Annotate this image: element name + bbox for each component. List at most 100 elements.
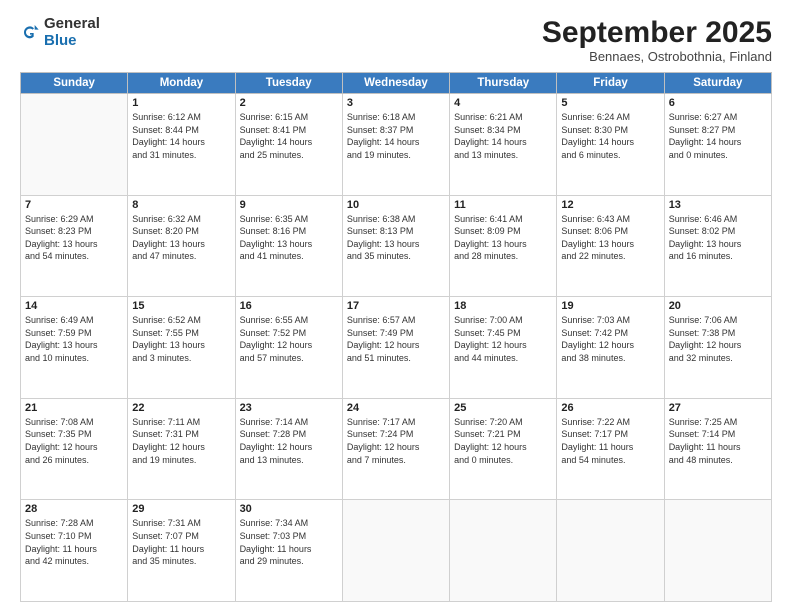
calendar-cell: 15 Sunrise: 6:52 AM Sunset: 7:55 PM Dayli… [128, 297, 235, 399]
day-info: Sunrise: 7:22 AM Sunset: 7:17 PM Dayligh… [561, 416, 659, 466]
calendar-cell [450, 500, 557, 602]
calendar-cell: 29Sunrise: 7:31 AM Sunset: 7:07 PM Dayli… [128, 500, 235, 602]
day-number: 20 [669, 300, 767, 312]
day-info: Sunrise: 6:57 AM Sunset: 7:49 PM Dayligh… [347, 314, 445, 364]
day-info: Sunrise: 7:28 AM Sunset: 7:10 PM Dayligh… [25, 517, 123, 567]
day-info: Sunrise: 6:35 AM Sunset: 8:16 PM Dayligh… [240, 213, 338, 263]
calendar-week-4: 21 Sunrise: 7:08 AM Sunset: 7:35 PM Dayli… [21, 398, 772, 500]
day-info: Sunrise: 7:06 AM Sunset: 7:38 PM Dayligh… [669, 314, 767, 364]
calendar-week-3: 14 Sunrise: 6:49 AM Sunset: 7:59 PM Dayli… [21, 297, 772, 399]
calendar-week-2: 7 Sunrise: 6:29 AM Sunset: 8:23 PM Daylig… [21, 195, 772, 297]
day-info: Sunrise: 6:52 AM Sunset: 7:55 PM Dayligh… [132, 314, 230, 364]
day-number: 17 [347, 300, 445, 312]
day-number: 5 [561, 97, 659, 109]
day-info: Sunrise: 6:29 AM Sunset: 8:23 PM Dayligh… [25, 213, 123, 263]
logo-text: General Blue [44, 16, 100, 49]
calendar-cell [342, 500, 449, 602]
day-info: Sunrise: 7:34 AM Sunset: 7:03 PM Dayligh… [240, 517, 338, 567]
day-number: 18 [454, 300, 552, 312]
header-tuesday: Tuesday [235, 73, 342, 94]
calendar-cell: 27 Sunrise: 7:25 AM Sunset: 7:14 PM Dayli… [664, 398, 771, 500]
day-number: 12 [561, 199, 659, 211]
day-info: Sunrise: 7:03 AM Sunset: 7:42 PM Dayligh… [561, 314, 659, 364]
day-number: 3 [347, 97, 445, 109]
header-friday: Friday [557, 73, 664, 94]
header: General Blue September 2025 Bennaes, Ost… [20, 16, 772, 64]
day-number: 30 [240, 503, 338, 515]
day-number: 14 [25, 300, 123, 312]
header-thursday: Thursday [450, 73, 557, 94]
day-info: Sunrise: 6:49 AM Sunset: 7:59 PM Dayligh… [25, 314, 123, 364]
calendar-cell: 12 Sunrise: 6:43 AM Sunset: 8:06 PM Dayli… [557, 195, 664, 297]
day-info: Sunrise: 7:20 AM Sunset: 7:21 PM Dayligh… [454, 416, 552, 466]
day-info: Sunrise: 7:08 AM Sunset: 7:35 PM Dayligh… [25, 416, 123, 466]
day-info: Sunrise: 7:00 AM Sunset: 7:45 PM Dayligh… [454, 314, 552, 364]
calendar-cell: 9 Sunrise: 6:35 AM Sunset: 8:16 PM Daylig… [235, 195, 342, 297]
day-number: 23 [240, 402, 338, 414]
header-wednesday: Wednesday [342, 73, 449, 94]
calendar-cell: 13 Sunrise: 6:46 AM Sunset: 8:02 PM Dayli… [664, 195, 771, 297]
calendar-cell: 17 Sunrise: 6:57 AM Sunset: 7:49 PM Dayli… [342, 297, 449, 399]
day-info: Sunrise: 6:46 AM Sunset: 8:02 PM Dayligh… [669, 213, 767, 263]
calendar-cell: 26 Sunrise: 7:22 AM Sunset: 7:17 PM Dayli… [557, 398, 664, 500]
calendar-cell: 3 Sunrise: 6:18 AM Sunset: 8:37 PM Daylig… [342, 94, 449, 196]
day-info: Sunrise: 7:25 AM Sunset: 7:14 PM Dayligh… [669, 416, 767, 466]
day-number: 27 [669, 402, 767, 414]
day-info: Sunrise: 6:43 AM Sunset: 8:06 PM Dayligh… [561, 213, 659, 263]
title-block: September 2025 Bennaes, Ostrobothnia, Fi… [542, 16, 772, 64]
day-number: 2 [240, 97, 338, 109]
weekday-header-row: Sunday Monday Tuesday Wednesday Thursday… [21, 73, 772, 94]
day-number: 10 [347, 199, 445, 211]
day-number: 4 [454, 97, 552, 109]
calendar-table: Sunday Monday Tuesday Wednesday Thursday… [20, 72, 772, 602]
day-info: Sunrise: 7:17 AM Sunset: 7:24 PM Dayligh… [347, 416, 445, 466]
day-info: Sunrise: 6:41 AM Sunset: 8:09 PM Dayligh… [454, 213, 552, 263]
logo-blue: Blue [44, 33, 100, 50]
day-info: Sunrise: 6:15 AM Sunset: 8:41 PM Dayligh… [240, 111, 338, 161]
calendar-cell: 25Sunrise: 7:20 AM Sunset: 7:21 PM Dayli… [450, 398, 557, 500]
day-number: 7 [25, 199, 123, 211]
calendar-cell: 6Sunrise: 6:27 AM Sunset: 8:27 PM Daylig… [664, 94, 771, 196]
day-number: 13 [669, 199, 767, 211]
day-info: Sunrise: 6:12 AM Sunset: 8:44 PM Dayligh… [132, 111, 230, 161]
calendar-cell: 28 Sunrise: 7:28 AM Sunset: 7:10 PM Dayli… [21, 500, 128, 602]
calendar-cell [21, 94, 128, 196]
calendar-cell: 24 Sunrise: 7:17 AM Sunset: 7:24 PM Dayli… [342, 398, 449, 500]
day-info: Sunrise: 6:38 AM Sunset: 8:13 PM Dayligh… [347, 213, 445, 263]
day-number: 22 [132, 402, 230, 414]
day-number: 15 [132, 300, 230, 312]
logo-icon [20, 23, 40, 43]
day-number: 11 [454, 199, 552, 211]
day-number: 19 [561, 300, 659, 312]
day-info: Sunrise: 6:27 AM Sunset: 8:27 PM Dayligh… [669, 111, 767, 161]
header-sunday: Sunday [21, 73, 128, 94]
day-number: 16 [240, 300, 338, 312]
header-saturday: Saturday [664, 73, 771, 94]
day-number: 21 [25, 402, 123, 414]
location-subtitle: Bennaes, Ostrobothnia, Finland [542, 49, 772, 64]
day-info: Sunrise: 6:55 AM Sunset: 7:52 PM Dayligh… [240, 314, 338, 364]
calendar-week-1: 1Sunrise: 6:12 AM Sunset: 8:44 PM Daylig… [21, 94, 772, 196]
calendar-cell: 18 Sunrise: 7:00 AM Sunset: 7:45 PM Dayli… [450, 297, 557, 399]
logo-general: General [44, 16, 100, 33]
calendar-cell: 10 Sunrise: 6:38 AM Sunset: 8:13 PM Dayli… [342, 195, 449, 297]
calendar-body: 1Sunrise: 6:12 AM Sunset: 8:44 PM Daylig… [21, 94, 772, 602]
day-info: Sunrise: 6:32 AM Sunset: 8:20 PM Dayligh… [132, 213, 230, 263]
day-number: 24 [347, 402, 445, 414]
day-number: 28 [25, 503, 123, 515]
calendar-cell [557, 500, 664, 602]
calendar-cell: 4Sunrise: 6:21 AM Sunset: 8:34 PM Daylig… [450, 94, 557, 196]
calendar-cell: 23Sunrise: 7:14 AM Sunset: 7:28 PM Dayli… [235, 398, 342, 500]
calendar-cell: 2 Sunrise: 6:15 AM Sunset: 8:41 PM Daylig… [235, 94, 342, 196]
day-info: Sunrise: 6:18 AM Sunset: 8:37 PM Dayligh… [347, 111, 445, 161]
day-info: Sunrise: 7:11 AM Sunset: 7:31 PM Dayligh… [132, 416, 230, 466]
calendar-cell: 11 Sunrise: 6:41 AM Sunset: 8:09 PM Dayli… [450, 195, 557, 297]
calendar-cell: 14 Sunrise: 6:49 AM Sunset: 7:59 PM Dayli… [21, 297, 128, 399]
day-info: Sunrise: 7:31 AM Sunset: 7:07 PM Dayligh… [132, 517, 230, 567]
day-number: 26 [561, 402, 659, 414]
day-info: Sunrise: 6:24 AM Sunset: 8:30 PM Dayligh… [561, 111, 659, 161]
calendar-cell: 21 Sunrise: 7:08 AM Sunset: 7:35 PM Dayli… [21, 398, 128, 500]
day-number: 9 [240, 199, 338, 211]
month-title: September 2025 [542, 16, 772, 49]
calendar-cell: 7 Sunrise: 6:29 AM Sunset: 8:23 PM Daylig… [21, 195, 128, 297]
